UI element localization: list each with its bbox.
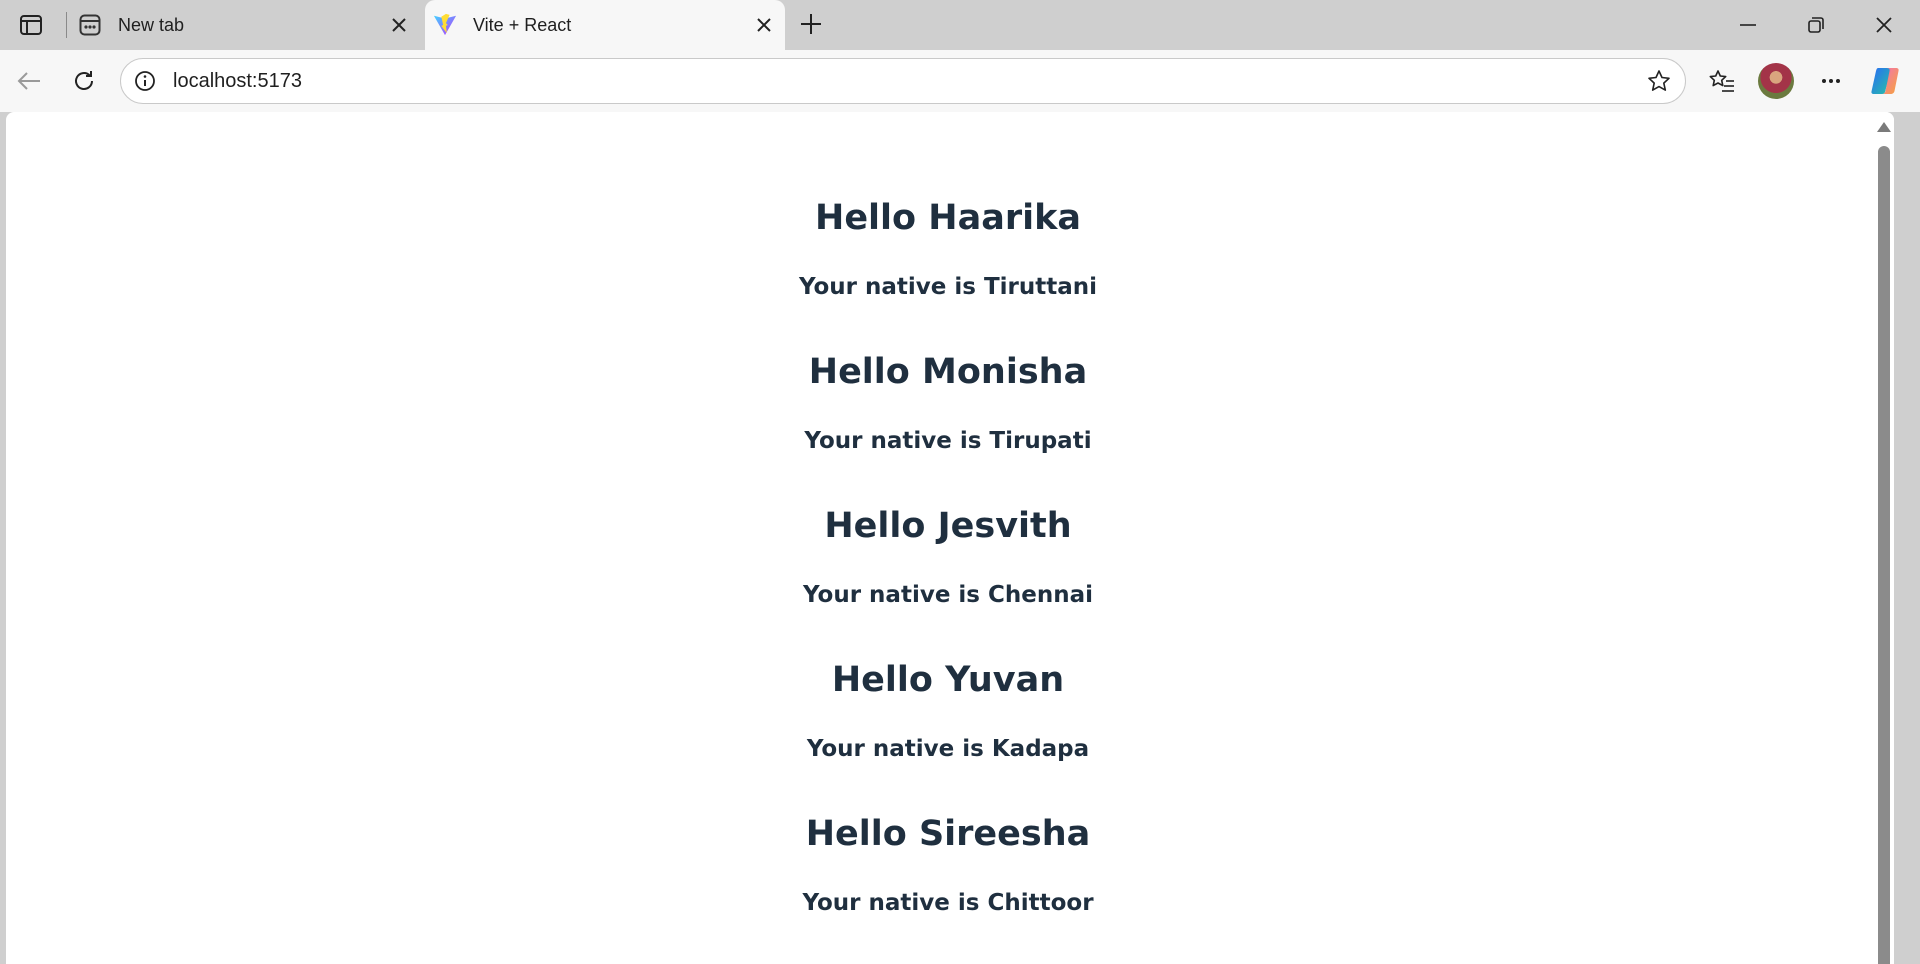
minimize-button[interactable] [1730, 8, 1766, 42]
close-window-button[interactable] [1866, 8, 1902, 42]
greeting-heading: Hello Jesvith [824, 506, 1072, 546]
profile-button[interactable] [1756, 62, 1796, 100]
person-block: Hello Jesvith Your native is Chennai [6, 505, 1890, 609]
plus-icon [801, 14, 821, 34]
restore-icon [1808, 17, 1824, 33]
address-bar[interactable]: localhost:5173 [120, 58, 1686, 104]
person-block: Hello Yuvan Your native is Kadapa [6, 659, 1890, 763]
native-subheading: Your native is Kadapa [806, 736, 1090, 762]
settings-more-button[interactable] [1811, 62, 1851, 100]
tab-new-tab[interactable]: New tab [70, 0, 420, 50]
tab-vite-react[interactable]: Vite + React [425, 0, 785, 50]
native-subheading: Your native is Chittoor [802, 890, 1094, 916]
copilot-icon [1871, 68, 1899, 94]
browser-toolbar: localhost:5173 [0, 50, 1920, 112]
scroll-thumb[interactable] [1878, 146, 1890, 964]
new-tab-icon [78, 13, 102, 37]
close-icon [1876, 17, 1892, 33]
favorites-button[interactable] [1702, 62, 1742, 100]
favorite-star-icon[interactable] [1639, 61, 1679, 101]
tab-title: New tab [118, 14, 185, 35]
native-subheading: Your native is Chennai [802, 582, 1094, 608]
greeting-heading: Hello Sireesha [805, 814, 1091, 854]
person-block: Hello Haarika Your native is Tiruttani [6, 197, 1890, 301]
close-icon[interactable] [384, 10, 414, 40]
tab-actions-button[interactable] [14, 10, 48, 40]
vertical-scrollbar[interactable] [1874, 112, 1894, 964]
refresh-icon [75, 71, 93, 90]
info-icon[interactable] [131, 67, 159, 95]
tab-strip: New tab Vite + React [0, 0, 1920, 50]
native-subheading: Your native is Tirupati [804, 428, 1092, 454]
more-horizontal-icon [1822, 79, 1840, 83]
restore-button[interactable] [1798, 8, 1834, 42]
arrow-left-icon [17, 72, 40, 90]
native-subheading: Your native is Tiruttani [798, 274, 1098, 300]
tab-title: Vite + React [473, 14, 572, 35]
avatar [1758, 63, 1794, 99]
sidebar-panel-icon [20, 15, 42, 35]
page-viewport: Hello Haarika Your native is Tiruttani H… [6, 112, 1894, 964]
person-block: Hello Sireesha Your native is Chittoor [6, 813, 1890, 917]
minimize-icon [1740, 24, 1756, 26]
scroll-up-arrow-icon[interactable] [1877, 122, 1891, 132]
favorites-list-icon [1709, 70, 1734, 92]
tab-separator [66, 12, 67, 38]
greeting-heading: Hello Haarika [815, 198, 1081, 238]
person-block: Hello Monisha Your native is Tirupati [6, 351, 1890, 455]
close-icon[interactable] [749, 10, 779, 40]
app-root: Hello Haarika Your native is Tiruttani H… [6, 112, 1890, 917]
greeting-heading: Hello Yuvan [831, 660, 1065, 700]
back-button[interactable] [10, 62, 48, 100]
new-tab-button[interactable] [795, 8, 827, 40]
copilot-button[interactable] [1867, 62, 1907, 100]
url-text[interactable]: localhost:5173 [173, 70, 1639, 93]
greeting-heading: Hello Monisha [808, 352, 1088, 392]
vite-icon [433, 13, 457, 37]
refresh-button[interactable] [65, 62, 103, 100]
